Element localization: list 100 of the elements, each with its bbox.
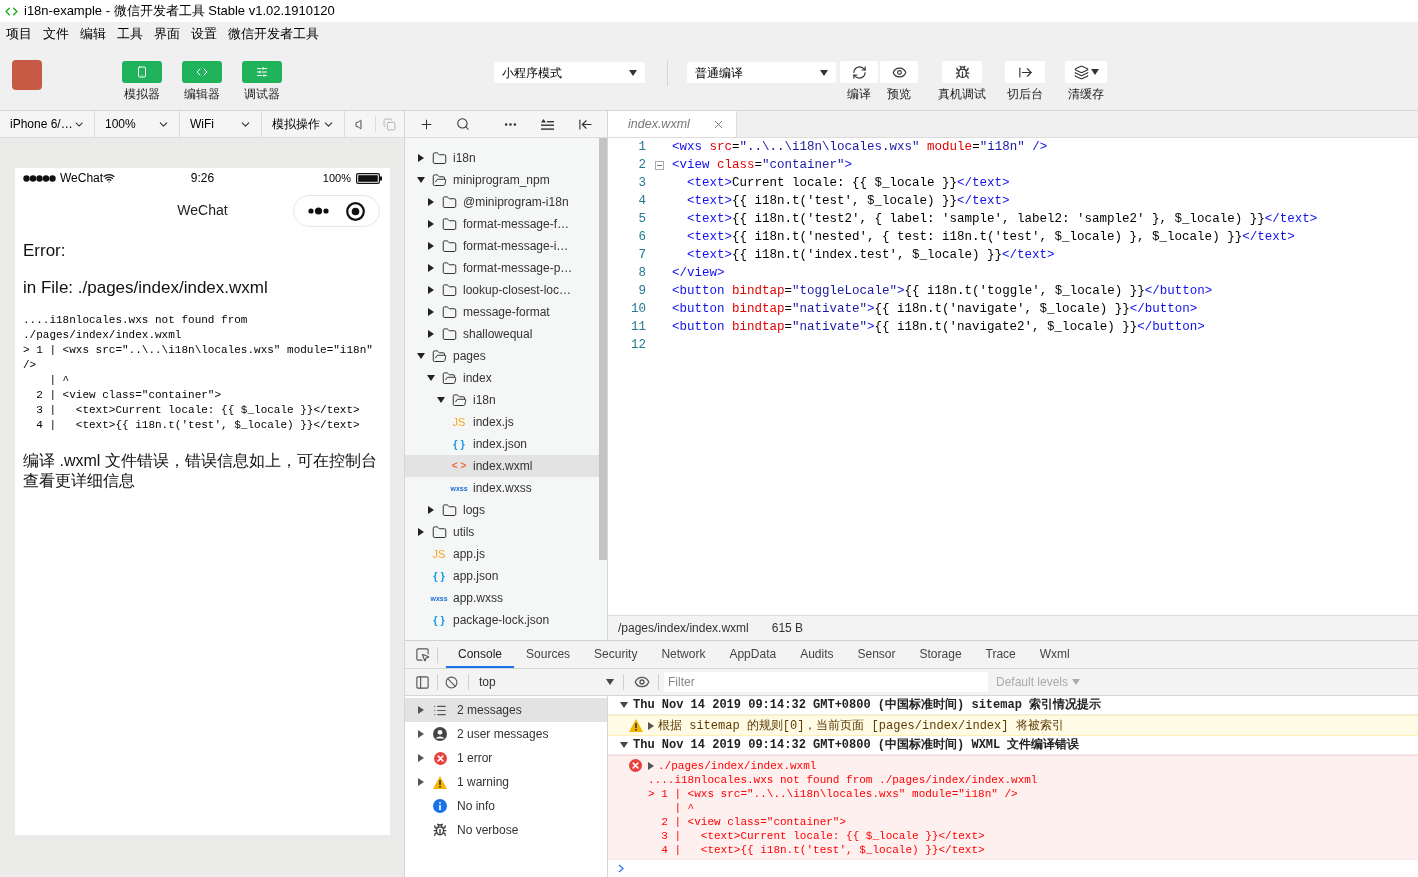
devtools-tab[interactable]: Sources <box>514 641 583 668</box>
panel-toggle-button[interactable] <box>182 61 222 83</box>
tree-item[interactable]: format-message-p… <box>405 257 599 279</box>
menu-item[interactable]: 项目 <box>6 28 32 41</box>
caret-right-icon[interactable] <box>418 154 424 162</box>
editor-tab[interactable]: index.wxml <box>608 111 737 137</box>
zoom-dropdown[interactable]: 100% <box>95 111 180 137</box>
inspect-icon[interactable] <box>415 647 430 662</box>
caret-down-icon[interactable] <box>427 375 435 381</box>
add-icon[interactable] <box>419 116 434 132</box>
tree-item[interactable]: < > index.wxml <box>405 455 599 477</box>
tree-item[interactable]: format-message-i… <box>405 235 599 257</box>
tree-item[interactable]: index <box>405 367 599 389</box>
caret-down-icon[interactable] <box>620 702 628 708</box>
caret-right-icon[interactable] <box>428 264 434 272</box>
device-dropdown[interactable]: iPhone 6/… <box>0 111 95 137</box>
search-icon[interactable] <box>456 117 470 131</box>
line-number: 9 <box>637 282 646 300</box>
console-filter-item[interactable]: 1 warning <box>405 770 607 794</box>
folder-icon <box>441 238 457 254</box>
devtools-tab[interactable]: Audits <box>788 641 846 668</box>
caret-right-icon[interactable] <box>418 730 424 738</box>
eye-icon[interactable] <box>634 674 650 690</box>
devtools-tab[interactable]: Sensor <box>845 641 908 668</box>
caret-down-icon[interactable] <box>417 353 425 359</box>
tree-item[interactable]: lookup-closest-loc… <box>405 279 599 301</box>
compile-dropdown[interactable]: 普通编译 <box>687 62 836 83</box>
toolbar-button[interactable] <box>942 61 982 83</box>
caret-right-icon[interactable] <box>428 242 434 250</box>
caret-down-icon[interactable] <box>620 742 628 748</box>
operation-dropdown[interactable]: 模拟操作 <box>262 111 345 137</box>
console-filter-item[interactable]: 2 user messages <box>405 722 607 746</box>
caret-right-icon[interactable] <box>428 286 434 294</box>
caret-right-icon[interactable] <box>648 721 654 730</box>
folder-icon <box>441 194 457 210</box>
console-filter-item[interactable]: No info <box>405 794 607 818</box>
message-text[interactable]: 根据 sitemap 的规则[0]，当前页面 [pages/index/index] 将被索引 <box>658 718 1064 733</box>
caret-right-icon[interactable] <box>648 761 654 770</box>
menu-item[interactable]: 微信开发者工具 <box>228 28 319 41</box>
tree-item[interactable]: i18n <box>405 147 599 169</box>
devtools-tab[interactable]: Trace <box>973 641 1028 668</box>
caret-right-icon[interactable] <box>418 754 424 762</box>
tree-item[interactable]: format-message-f… <box>405 213 599 235</box>
menu-item[interactable]: 编辑 <box>80 28 106 41</box>
menu-item[interactable]: 工具 <box>117 28 143 41</box>
tree-item[interactable]: utils <box>405 521 599 543</box>
tree-item[interactable]: miniprogram_npm <box>405 169 599 191</box>
filter-input[interactable]: Filter <box>664 672 988 692</box>
toolbar-button[interactable] <box>840 61 878 83</box>
toolbar-button[interactable] <box>1065 61 1107 83</box>
tree-item[interactable]: JS index.js <box>405 411 599 433</box>
menu-item[interactable]: 设置 <box>191 28 217 41</box>
tree-item[interactable]: @miniprogram-i18n <box>405 191 599 213</box>
panel-toggle-button[interactable] <box>122 61 162 83</box>
mode-dropdown[interactable]: 小程序模式 <box>494 62 645 83</box>
devtools-tab[interactable]: Storage <box>907 641 974 668</box>
tree-item[interactable]: i18n <box>405 389 599 411</box>
toolbar-button[interactable] <box>1005 61 1045 83</box>
caret-right-icon[interactable] <box>418 528 424 536</box>
devtools-tab[interactable]: Security <box>582 641 650 668</box>
network-dropdown[interactable]: WiFi <box>180 111 262 137</box>
caret-right-icon[interactable] <box>428 506 434 514</box>
caret-right-icon[interactable] <box>428 220 434 228</box>
console-filter-item[interactable]: 1 error <box>405 746 607 770</box>
message-text[interactable]: ./pages/index/index.wxml <box>658 758 817 773</box>
devtools-tab[interactable]: Wxml <box>1027 641 1082 668</box>
caret-down-icon[interactable] <box>417 177 425 183</box>
scrollbar[interactable] <box>599 138 607 560</box>
devtools-tab[interactable]: AppData <box>717 641 789 668</box>
wifi-icon <box>103 172 116 184</box>
open-folder-icon <box>431 172 447 188</box>
toolbar-button[interactable] <box>880 61 918 83</box>
devtools-tab[interactable]: Network <box>649 641 718 668</box>
clear-icon[interactable] <box>445 675 458 689</box>
caret-right-icon[interactable] <box>418 778 424 786</box>
panel-toggle-button[interactable] <box>242 61 282 83</box>
tree-item[interactable]: message-format <box>405 301 599 323</box>
sort-lines-icon[interactable] <box>541 118 554 130</box>
tree-item[interactable]: shallowequal <box>405 323 599 345</box>
caret-right-icon[interactable] <box>428 308 434 316</box>
context-dropdown[interactable]: top <box>479 673 616 691</box>
prompt-chevron-icon <box>618 864 624 873</box>
tree-item[interactable]: JS app.js <box>405 543 599 565</box>
target-circle-icon[interactable] <box>345 201 365 221</box>
tree-item[interactable]: { } app.json <box>405 565 599 587</box>
tree-item[interactable]: { } index.json <box>405 433 599 455</box>
tree-item[interactable]: { } package-lock.json <box>405 609 599 631</box>
console-filter-item[interactable]: No verbose <box>405 818 607 842</box>
fold-minus-icon[interactable] <box>654 160 664 170</box>
caret-right-icon[interactable] <box>428 198 434 206</box>
menu-item[interactable]: 界面 <box>154 28 180 41</box>
menu-item[interactable]: 文件 <box>43 28 69 41</box>
caret-down-icon[interactable] <box>437 397 445 403</box>
console-filter-item[interactable]: 2 messages <box>405 698 607 722</box>
tree-item[interactable]: logs <box>405 499 599 521</box>
more-dots-icon[interactable] <box>308 207 330 215</box>
caret-right-icon[interactable] <box>428 330 434 338</box>
sidebar-toggle-icon[interactable] <box>415 674 430 690</box>
tree-item[interactable]: pages <box>405 345 599 367</box>
button-label: 模拟器 <box>124 86 160 102</box>
